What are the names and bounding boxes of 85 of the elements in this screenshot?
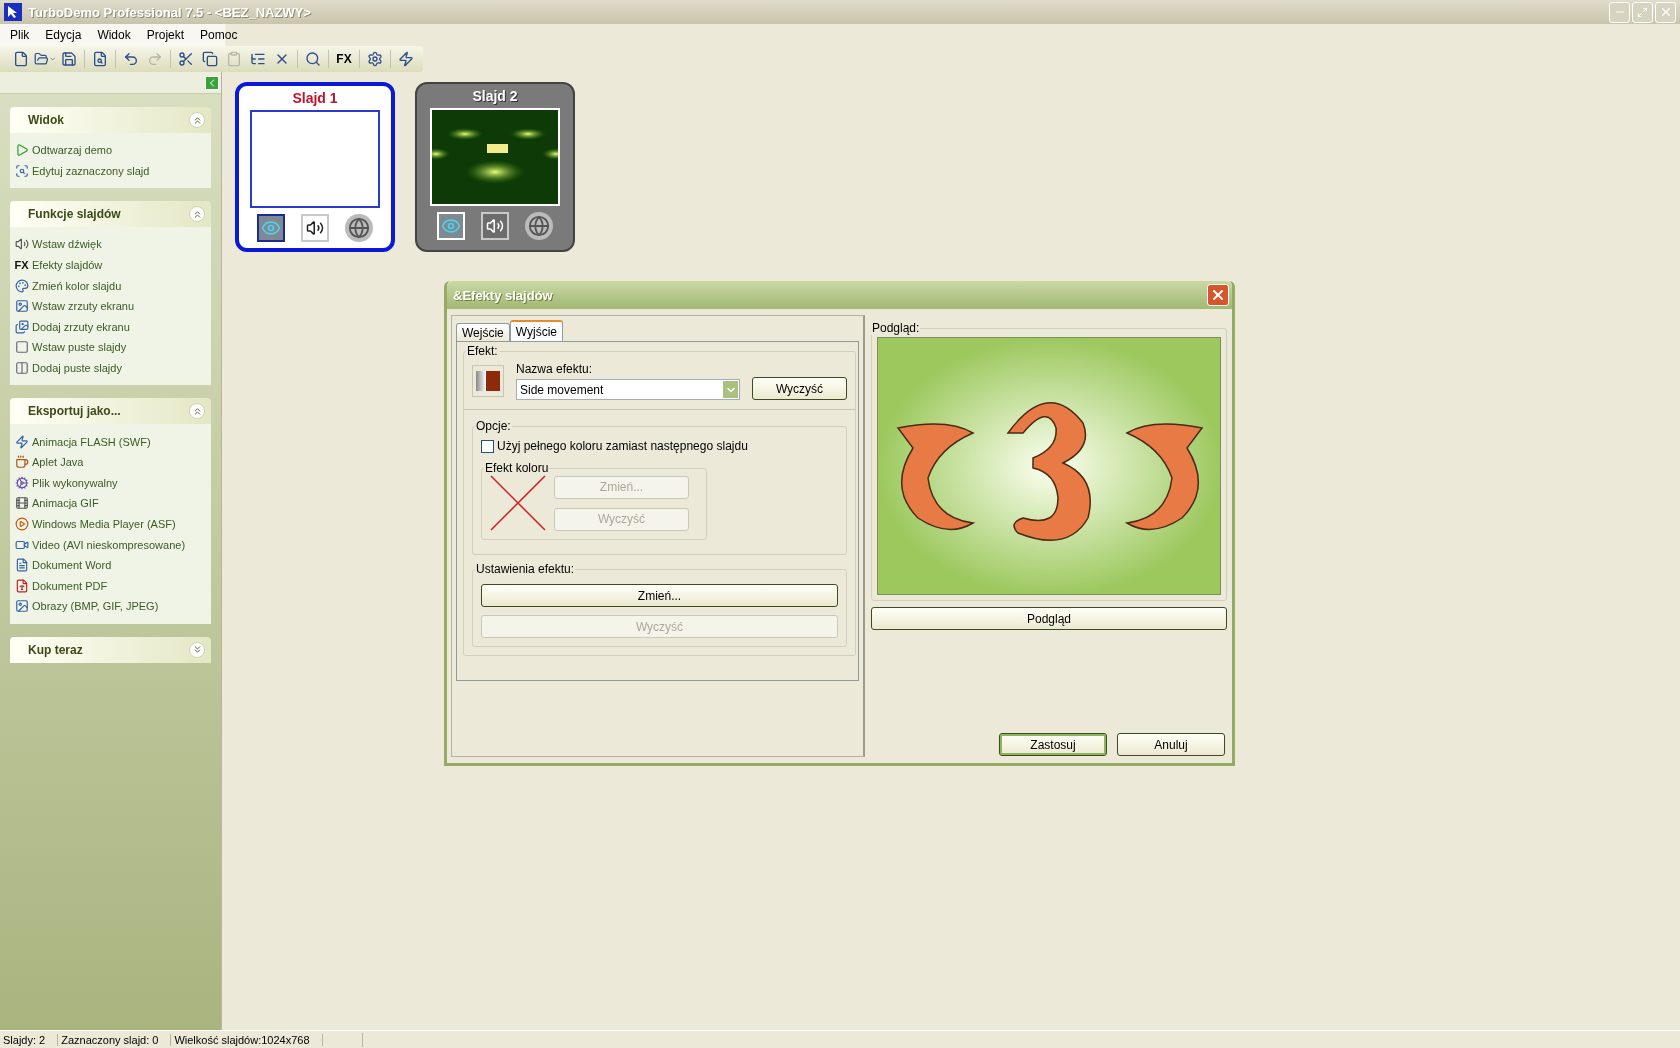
speaker-icon[interactable] bbox=[301, 214, 329, 242]
window-title: TurboDemo Professional 7.5 - <BEZ_NAZWY> bbox=[28, 4, 311, 20]
panel-title: Kup teraz bbox=[28, 642, 83, 657]
sidebar-link[interactable]: Dokument Word bbox=[32, 559, 112, 572]
panel-title: Widok bbox=[28, 113, 64, 127]
sidebar-link[interactable]: Aplet Java bbox=[32, 456, 84, 469]
sidebar-link[interactable]: Dodaj zrzuty ekranu bbox=[32, 320, 130, 333]
slide-card[interactable]: Slajd 1 bbox=[235, 82, 395, 252]
menu-item[interactable]: Plik bbox=[2, 26, 38, 44]
maximize-icon bbox=[1637, 6, 1648, 18]
slide-card[interactable]: Slajd 2 bbox=[415, 82, 575, 252]
dialog-title: &Efekty slajdów bbox=[453, 287, 553, 303]
sidebar-link[interactable]: Video (AVI nieskompresowane) bbox=[32, 538, 186, 551]
close-icon bbox=[1210, 287, 1226, 303]
panel-header[interactable]: Widok bbox=[10, 107, 211, 133]
tab[interactable]: Wejście bbox=[456, 323, 510, 341]
menu-item[interactable]: Edycja bbox=[37, 26, 90, 44]
effects-button[interactable]: FX bbox=[333, 48, 355, 70]
collapse-button[interactable] bbox=[205, 75, 219, 90]
magnifier-icon bbox=[14, 163, 29, 179]
field-label: Nazwa efektu: bbox=[516, 362, 594, 376]
status-text: Slajdy: 2 bbox=[0, 1033, 59, 1046]
no-color-cross-icon bbox=[490, 475, 546, 531]
cancel-button[interactable]: Anuluj bbox=[1117, 733, 1225, 756]
group-label: Efekt koloru bbox=[484, 461, 550, 475]
eye-icon[interactable] bbox=[257, 214, 285, 242]
screen-icon bbox=[14, 298, 29, 314]
close-button[interactable] bbox=[1207, 284, 1229, 306]
effect-swatch-icon bbox=[472, 365, 504, 397]
checkbox[interactable] bbox=[481, 439, 494, 453]
clear-button[interactable]: Wyczyść bbox=[752, 377, 847, 400]
globe-icon[interactable] bbox=[525, 212, 553, 240]
coffee-cup-icon bbox=[14, 454, 29, 470]
effects-icon: FX bbox=[14, 257, 29, 273]
panel-header[interactable]: Eksportuj jako... bbox=[10, 398, 211, 425]
group-label: Efekt: bbox=[466, 344, 499, 358]
sidebar-link[interactable]: Dokument PDF bbox=[32, 579, 108, 592]
picture-icon bbox=[14, 598, 29, 614]
sidebar-link[interactable]: Odtwarzaj demo bbox=[32, 144, 113, 157]
globe-icon[interactable] bbox=[345, 214, 373, 242]
palette-icon bbox=[14, 278, 29, 294]
sidebar-link[interactable]: Plik wykonywalny bbox=[32, 476, 118, 489]
sidebar-link[interactable]: Efekty slajdów bbox=[32, 259, 103, 272]
group-label: Podgląd: bbox=[871, 321, 921, 335]
cog-icon bbox=[14, 475, 29, 491]
pdf-document-icon bbox=[14, 578, 29, 594]
sidebar-link[interactable]: Dodaj puste slajdy bbox=[32, 362, 122, 375]
group-label: Opcje: bbox=[475, 419, 512, 433]
panel-title: Funkcje slajdów bbox=[28, 207, 121, 222]
speaker-icon bbox=[14, 237, 29, 252]
slide-title: Slajd 2 bbox=[472, 88, 518, 104]
menu-item[interactable]: Pomoc bbox=[192, 26, 246, 44]
sidebar-link[interactable]: Zmień kolor slajdu bbox=[32, 279, 122, 292]
panel-title: Eksportuj jako... bbox=[28, 404, 121, 419]
sidebar-link[interactable]: Edytuj zaznaczony slajd bbox=[32, 164, 150, 177]
change-button[interactable]: Zmień... bbox=[481, 584, 838, 607]
sidebar-link[interactable]: Obrazy (BMP, GIF, JPEG) bbox=[32, 600, 159, 613]
effect-dropdown[interactable]: Side movement bbox=[516, 379, 740, 400]
play-icon bbox=[14, 142, 29, 158]
sidebar-link[interactable]: Animacja FLASH (SWF) bbox=[32, 435, 151, 448]
word-document-icon bbox=[14, 557, 29, 573]
sidebar-link[interactable]: Wstaw zrzuty ekranu bbox=[32, 300, 135, 313]
sidebar-link[interactable]: Wstaw puste slajdy bbox=[32, 341, 127, 354]
menu-item[interactable]: Projekt bbox=[138, 26, 193, 44]
blank-slide-icon bbox=[14, 339, 29, 355]
tab[interactable]: Wyjście bbox=[509, 320, 564, 341]
screens-icon bbox=[14, 319, 29, 335]
sidebar-link[interactable]: Animacja GIF bbox=[32, 497, 99, 510]
status-text: Zaznaczony slajd: 0 bbox=[58, 1033, 172, 1046]
group-label: Ustawienia efektu: bbox=[475, 562, 576, 576]
blank-slides-icon bbox=[14, 360, 29, 376]
preview-button[interactable]: Podgląd bbox=[871, 607, 1227, 630]
apply-button[interactable]: Zastosuj bbox=[999, 733, 1107, 756]
slide-title: Slajd 1 bbox=[292, 90, 338, 106]
panel-header[interactable]: Kup teraz bbox=[10, 636, 211, 663]
panel-header[interactable]: Funkcje slajdów bbox=[10, 201, 211, 228]
flash-icon bbox=[14, 434, 29, 450]
checkbox-label: Użyj pełnego koloru zamiast następnego slajdu bbox=[497, 439, 748, 453]
film-icon bbox=[14, 495, 29, 511]
menu-item[interactable]: Widok bbox=[89, 26, 139, 44]
sidebar-link[interactable]: Wstaw dźwięk bbox=[32, 238, 102, 251]
app-cursor-icon bbox=[4, 3, 22, 21]
sidebar-link[interactable]: Windows Media Player (ASF) bbox=[32, 518, 176, 530]
media-player-icon bbox=[14, 516, 29, 532]
status-text: Wielkość slajdów:1024x768 bbox=[171, 1033, 323, 1046]
